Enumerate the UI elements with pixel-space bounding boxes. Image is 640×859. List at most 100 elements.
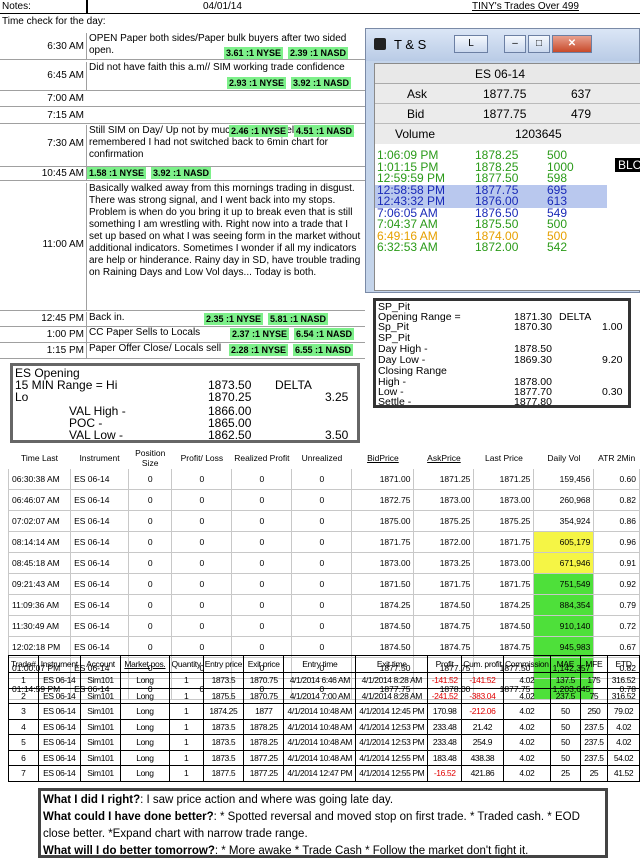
column-header[interactable]: MFE	[579, 655, 609, 673]
volume-row: Volume 1203645	[375, 124, 640, 144]
column-header[interactable]: Entry price	[202, 655, 245, 673]
note-row: 1:15 PM Paper Offer Close/ Locals sell 2…	[0, 343, 365, 359]
column-header[interactable]: MAE	[550, 655, 581, 673]
table-cell: Sim101	[79, 718, 122, 735]
column-header[interactable]: Trade#	[8, 655, 39, 673]
column-header[interactable]: BidPrice	[351, 446, 415, 469]
table-cell: 1871.50	[351, 573, 415, 595]
column-header[interactable]: Profit/ Loss	[171, 446, 233, 469]
column-header[interactable]: Market pos.	[120, 655, 170, 673]
minimize-button[interactable]: –	[504, 35, 526, 53]
table-cell: 25	[550, 765, 581, 782]
table-cell: 1873.25	[413, 552, 475, 574]
table-cell: 0	[127, 594, 173, 616]
table-cell: 1874.50	[351, 615, 415, 637]
table-header-row: Time Last Instrument Position Size Profit/ …	[7, 446, 640, 469]
table-cell: 4/1/2014 6:46 AM	[283, 672, 357, 689]
sp-day-delta: 9.20	[602, 354, 623, 366]
nyse-badge: 3.61 :1 NYSE	[224, 47, 284, 59]
table-cell: 1874.25	[473, 594, 535, 616]
table-cell: Long	[120, 703, 170, 720]
table-cell: 1878.25	[243, 718, 285, 735]
column-header[interactable]: Cum. profit	[461, 655, 504, 673]
table-cell: 237.5	[579, 749, 609, 766]
maximize-button[interactable]: □	[528, 35, 550, 53]
column-header[interactable]: Daily Vol	[533, 446, 595, 469]
column-header[interactable]: Position Size	[127, 446, 173, 469]
column-header[interactable]: Unrealized	[291, 446, 353, 469]
note-time: 1:15 PM	[46, 345, 84, 356]
table-cell: 671,946	[533, 552, 595, 574]
table-cell: Long	[120, 718, 170, 735]
column-header[interactable]: Instrument	[70, 446, 129, 469]
column-header[interactable]: Realized Profit	[231, 446, 293, 469]
table-row: 08:45:18 AM ES 06-14 0 0 0 0 1873.00 1873.25 187…	[7, 552, 640, 574]
note-row: 6:30 AM OPEN Paper both sides/Paper bulk…	[0, 32, 365, 60]
bid-size: 479	[571, 107, 592, 121]
time-and-sales-window[interactable]: T & S L – □ ✕ ES 06-14 Ask 1877.75 637 B…	[365, 28, 640, 293]
nasd-badge: 2.39 :1 NASD	[288, 47, 349, 59]
table-cell: 1873.5	[202, 734, 245, 751]
table-cell: 751,549	[533, 573, 595, 595]
column-header[interactable]: Commission	[502, 655, 552, 673]
symbol-bar: ES 06-14	[375, 64, 640, 84]
column-header[interactable]: Time Last	[7, 446, 72, 469]
table-cell: 1873.00	[473, 552, 535, 574]
table-cell: 4.02	[502, 687, 552, 704]
column-header[interactable]: ATR 2Min	[593, 446, 640, 469]
column-header[interactable]: Profit	[427, 655, 463, 673]
table-cell: Sim101	[79, 734, 122, 751]
table-cell: 237.5	[579, 718, 609, 735]
table-cell: -16.52	[427, 765, 463, 782]
table-cell: 1872.00	[413, 531, 475, 553]
table-cell: ES 06-14	[37, 672, 81, 689]
note-row: 12:45 PM Back in. 2.35 :1 NYSE 5.81 :1 N…	[0, 312, 365, 327]
table-cell: 4/1/2014 12:45 PM	[355, 703, 429, 720]
table-cell: 0	[171, 489, 233, 511]
table-cell: 1	[168, 703, 204, 720]
column-header[interactable]: Exit time	[355, 655, 429, 673]
column-header[interactable]: Last Price	[473, 446, 535, 469]
table-cell: 0	[231, 489, 293, 511]
column-header[interactable]: Quantity	[168, 655, 204, 673]
table-cell: 4/1/2014 8:28 AM	[355, 687, 429, 704]
close-button[interactable]: ✕	[552, 35, 592, 53]
review-answer: : * More awake * Trade Cash * Follow the…	[214, 845, 529, 857]
column-header[interactable]: Account	[79, 655, 122, 673]
link-button[interactable]: L	[454, 35, 488, 53]
column-header[interactable]: Exit price	[243, 655, 285, 673]
sp-opening-low-value: 1870.30	[514, 321, 552, 333]
ts-print-row[interactable]: 6:32:53 AM 1872.00 542	[375, 241, 607, 254]
table-cell: 0	[291, 510, 353, 532]
header-divider	[86, 0, 88, 14]
table-cell: 0.86	[593, 510, 640, 532]
column-header[interactable]: ETD	[607, 655, 640, 673]
sp-day-low-value: 1869.30	[514, 354, 552, 366]
table-cell: 4/1/2014 10:48 AM	[283, 734, 357, 751]
note-text: Did not have faith this a.m// SIM workin…	[86, 62, 365, 90]
table-cell: Long	[120, 749, 170, 766]
note-row: 7:15 AM	[0, 107, 365, 124]
table-cell: 0.79	[593, 594, 640, 616]
es-delta-label: DELTA	[275, 378, 312, 392]
table-cell: 1873.5	[202, 672, 245, 689]
ts-titlebar[interactable]: T & S L – □ ✕	[366, 29, 639, 61]
note-text: Paper Offer Close/ Locals sell 2.28 :1 N…	[86, 343, 365, 359]
table-row: 4 ES 06-14 Sim101 Long 1 1873.5 1878.25 4/1/201…	[8, 718, 640, 735]
table-cell: 0.82	[593, 489, 640, 511]
table-cell: 4.02	[607, 718, 640, 735]
sheet-header: Notes: 04/01/14 TINY's Trades Over 499	[0, 0, 640, 14]
ts-prints-list[interactable]: 1:06:09 PM 1878.25 500 1:01:15 PM 1878.25 100…	[375, 149, 640, 290]
table-cell: 233.48	[427, 718, 463, 735]
column-header[interactable]: AskPrice	[413, 446, 475, 469]
table-cell: 1	[168, 687, 204, 704]
table-cell: 0.60	[593, 468, 640, 490]
table-cell: 250	[579, 703, 609, 720]
note-text: OPEN Paper both sides/Paper bulk buyers …	[86, 33, 365, 60]
bid-price: 1877.75	[483, 107, 527, 121]
table-cell: 0	[291, 573, 353, 595]
column-header[interactable]: Entry time	[283, 655, 357, 673]
column-header[interactable]: Instrument	[37, 655, 81, 673]
table-cell: 137.5	[550, 672, 581, 689]
table-cell: 0	[231, 615, 293, 637]
